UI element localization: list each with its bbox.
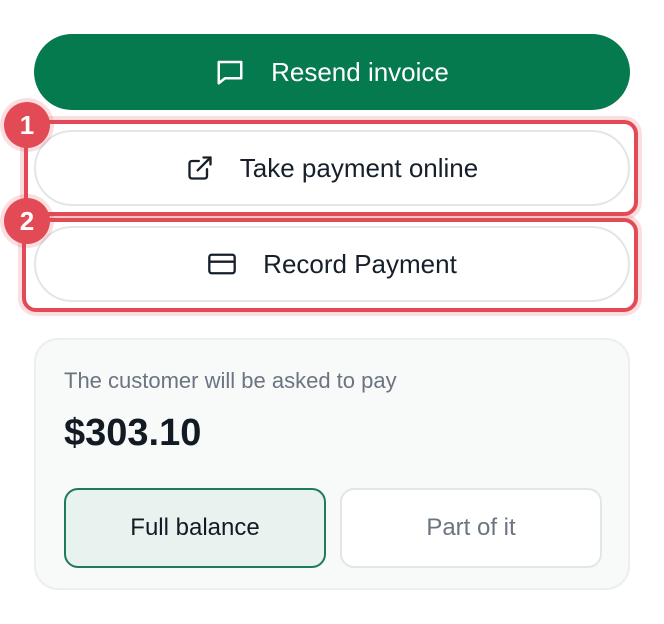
resend-invoice-button[interactable]: Resend invoice [34,34,630,110]
highlight-box-take-payment-online [24,120,638,216]
payment-amount-card: The customer will be asked to pay $303.1… [34,338,630,590]
annotation-marker-1: 1 [4,102,50,148]
payment-card-label: The customer will be asked to pay [64,368,397,393]
highlight-box-record-payment [22,218,638,312]
payment-amount: $303.10 [64,412,202,454]
full-balance-option[interactable]: Full balance [64,488,326,568]
resend-invoice-label: Resend invoice [271,56,449,87]
message-square-icon [215,57,245,87]
part-of-it-option[interactable]: Part of it [340,488,602,568]
annotation-marker-2: 2 [4,198,50,244]
payment-actions-panel: Resend invoice Take payment online Recor… [0,0,664,624]
